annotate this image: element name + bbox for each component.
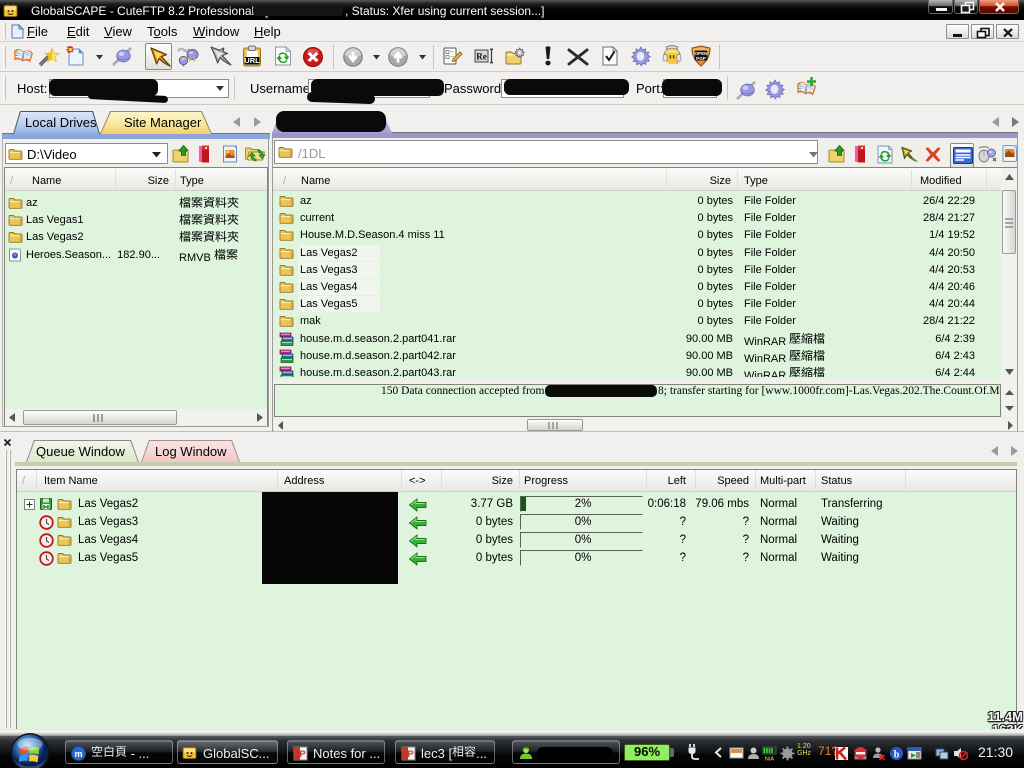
svg-text:m: m — [74, 749, 82, 759]
svg-text:N/A: N/A — [765, 757, 775, 762]
svg-text:b: b — [894, 750, 900, 761]
svg-text:PGP: PGP — [696, 56, 706, 61]
svg-text:Re: Re — [476, 52, 487, 62]
svg-text:P: P — [407, 749, 413, 759]
svg-text:URL: URL — [244, 56, 260, 65]
svg-text:P: P — [299, 749, 305, 759]
